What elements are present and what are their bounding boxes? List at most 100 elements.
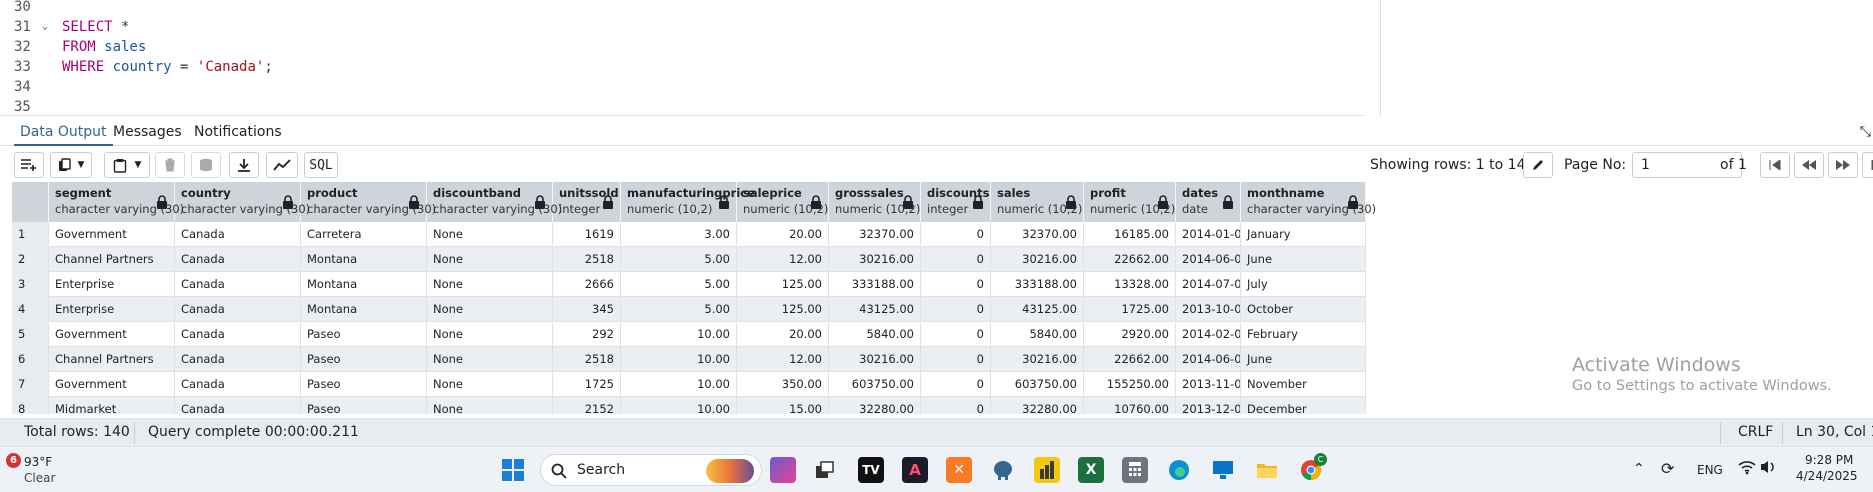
- sql-editor[interactable]: 30 31 ⌄ SELECT * 32 FROM sales 33 WHERE country…: [0, 0, 1365, 116]
- cell-unitssold[interactable]: 2666: [553, 272, 621, 297]
- delete-button[interactable]: [155, 152, 185, 178]
- column-header-sales[interactable]: sales numeric (10,2): [991, 182, 1084, 222]
- cell-discounts[interactable]: 0: [921, 297, 991, 322]
- cell-profit[interactable]: 22662.00: [1084, 347, 1176, 372]
- cell-discounts[interactable]: 0: [921, 397, 991, 414]
- cell-product[interactable]: Montana: [301, 247, 427, 272]
- table-row[interactable]: 5 Government Canada Paseo None 292 10.00 20.00 5…: [12, 322, 1366, 347]
- cell-discountband[interactable]: None: [427, 397, 553, 414]
- start-button[interactable]: [500, 457, 526, 483]
- grid-corner-cell[interactable]: [12, 182, 49, 222]
- add-row-button[interactable]: [14, 152, 44, 178]
- cell-product[interactable]: Montana: [301, 272, 427, 297]
- remote-desktop-icon[interactable]: [1210, 457, 1236, 483]
- next-page-button[interactable]: [1828, 152, 1858, 178]
- cell-profit[interactable]: 10760.00: [1084, 397, 1176, 414]
- cell-dates[interactable]: 2014-06-01: [1176, 247, 1241, 272]
- onedrive-sync-icon[interactable]: ⟳: [1661, 459, 1674, 478]
- cell-profit[interactable]: 1725.00: [1084, 297, 1176, 322]
- tradingview-icon[interactable]: TV: [858, 457, 884, 483]
- task-view-icon[interactable]: [812, 457, 838, 483]
- cell-discountband[interactable]: None: [427, 372, 553, 397]
- show-hidden-icons-chevron[interactable]: ⌃: [1633, 461, 1645, 477]
- cell-country[interactable]: Canada: [175, 347, 301, 372]
- cell-country[interactable]: Canada: [175, 272, 301, 297]
- cell-saleprice[interactable]: 20.00: [737, 322, 829, 347]
- cell-monthname[interactable]: July: [1241, 272, 1366, 297]
- excel-icon[interactable]: X: [1078, 457, 1104, 483]
- cell-discounts[interactable]: 0: [921, 347, 991, 372]
- previous-page-button[interactable]: [1794, 152, 1824, 178]
- column-header-country[interactable]: country character varying (30): [175, 182, 310, 222]
- cell-dates[interactable]: 2013-12-01: [1176, 397, 1241, 414]
- cell-segment[interactable]: Channel Partners: [49, 247, 175, 272]
- cell-manufacturingprice[interactable]: 5.00: [621, 247, 737, 272]
- cell-grosssales[interactable]: 30216.00: [829, 347, 921, 372]
- cell-country[interactable]: Canada: [175, 247, 301, 272]
- clock-date[interactable]: 4/24/2025: [1796, 469, 1858, 483]
- cell-saleprice[interactable]: 350.00: [737, 372, 829, 397]
- cell-sales[interactable]: 30216.00: [991, 347, 1084, 372]
- tab-messages[interactable]: Messages: [107, 120, 188, 146]
- cell-discounts[interactable]: 0: [921, 272, 991, 297]
- cell-discountband[interactable]: None: [427, 297, 553, 322]
- row-number[interactable]: 2: [12, 247, 49, 272]
- cell-segment[interactable]: Government: [49, 372, 175, 397]
- column-header-saleprice[interactable]: saleprice numeric (10,2): [737, 182, 829, 222]
- weather-widget[interactable]: 6 93°F Clear: [2, 451, 62, 489]
- cell-profit[interactable]: 16185.00: [1084, 222, 1176, 247]
- clock-time[interactable]: 9:28 PM: [1805, 453, 1853, 467]
- table-row[interactable]: 6 Channel Partners Canada Paseo None 2518 10.0…: [12, 347, 1366, 372]
- cell-product[interactable]: Paseo: [301, 322, 427, 347]
- cell-discounts[interactable]: 0: [921, 222, 991, 247]
- wifi-icon[interactable]: [1738, 459, 1756, 478]
- cell-segment[interactable]: Government: [49, 222, 175, 247]
- cell-grosssales[interactable]: 5840.00: [829, 322, 921, 347]
- pgadmin-elephant-icon[interactable]: [990, 457, 1016, 483]
- cell-discountband[interactable]: None: [427, 222, 553, 247]
- cell-profit[interactable]: 13328.00: [1084, 272, 1176, 297]
- file-explorer-icon[interactable]: [1254, 457, 1280, 483]
- calculator-icon[interactable]: [1122, 457, 1148, 483]
- copy-button[interactable]: ▼: [50, 152, 92, 178]
- cell-country[interactable]: Canada: [175, 372, 301, 397]
- column-header-manufacturingprice[interactable]: manufacturingprice numeric (10,2): [621, 182, 755, 222]
- fold-chevron-icon[interactable]: ⌄: [42, 17, 48, 37]
- cell-sales[interactable]: 32370.00: [991, 222, 1084, 247]
- column-header-profit[interactable]: profit numeric (10,2): [1084, 182, 1176, 222]
- cell-manufacturingprice[interactable]: 10.00: [621, 322, 737, 347]
- xampp-icon[interactable]: ✕: [946, 457, 972, 483]
- edge-icon[interactable]: [1166, 457, 1192, 483]
- save-data-button[interactable]: [191, 152, 221, 178]
- tab-data-output[interactable]: Data Output: [14, 120, 113, 146]
- cell-segment[interactable]: Midmarket: [49, 397, 175, 414]
- graph-visualiser-button[interactable]: [266, 152, 298, 178]
- table-row[interactable]: 2 Channel Partners Canada Montana None 2518 5.…: [12, 247, 1366, 272]
- cell-sales[interactable]: 30216.00: [991, 247, 1084, 272]
- cell-discountband[interactable]: None: [427, 322, 553, 347]
- cell-dates[interactable]: 2013-11-01: [1176, 372, 1241, 397]
- cell-monthname[interactable]: October: [1241, 297, 1366, 322]
- download-button[interactable]: [229, 152, 259, 178]
- cell-monthname[interactable]: January: [1241, 222, 1366, 247]
- cell-manufacturingprice[interactable]: 10.00: [621, 397, 737, 414]
- cell-monthname[interactable]: February: [1241, 322, 1366, 347]
- row-number[interactable]: 4: [12, 297, 49, 322]
- copilot-icon[interactable]: [770, 457, 796, 483]
- cell-grosssales[interactable]: 32370.00: [829, 222, 921, 247]
- cell-segment[interactable]: Enterprise: [49, 272, 175, 297]
- table-row[interactable]: 8 Midmarket Canada Paseo None 2152 10.00 15.00 3…: [12, 397, 1366, 414]
- paste-button[interactable]: ▼: [104, 152, 150, 178]
- app-a-icon[interactable]: A: [902, 457, 928, 483]
- cell-product[interactable]: Carretera: [301, 222, 427, 247]
- cell-discountband[interactable]: None: [427, 247, 553, 272]
- table-row[interactable]: 3 Enterprise Canada Montana None 2666 5.00 125.…: [12, 272, 1366, 297]
- cell-discountband[interactable]: None: [427, 272, 553, 297]
- cell-grosssales[interactable]: 32280.00: [829, 397, 921, 414]
- volume-icon[interactable]: [1760, 459, 1776, 478]
- language-indicator[interactable]: ENG: [1697, 463, 1723, 477]
- cell-country[interactable]: Canada: [175, 297, 301, 322]
- cell-manufacturingprice[interactable]: 10.00: [621, 372, 737, 397]
- cell-manufacturingprice[interactable]: 10.00: [621, 347, 737, 372]
- cell-country[interactable]: Canada: [175, 397, 301, 414]
